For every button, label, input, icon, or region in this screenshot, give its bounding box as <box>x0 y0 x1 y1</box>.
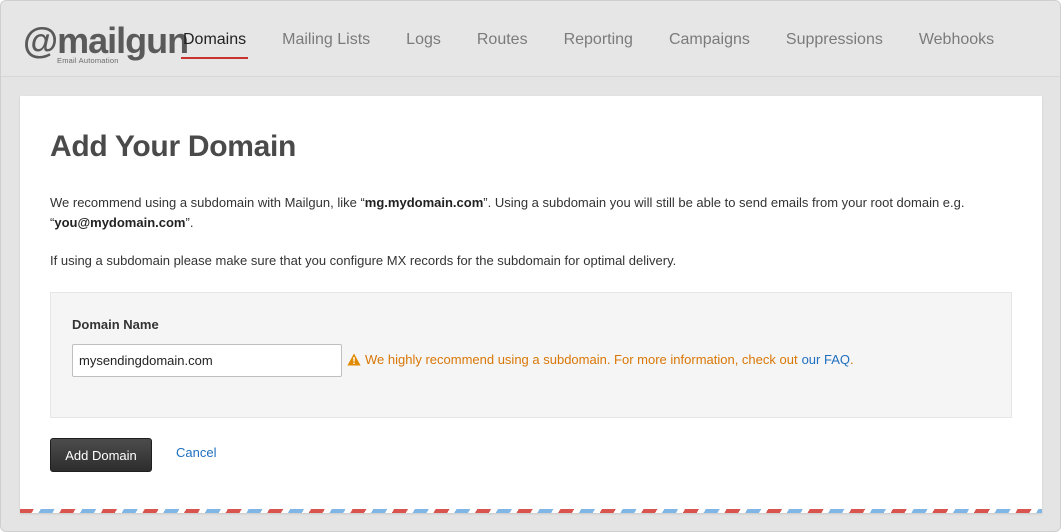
app-window: @mailgun Email Automation Domains Mailin… <box>0 0 1061 532</box>
domain-name-input[interactable] <box>72 344 342 377</box>
nav-item-routes[interactable]: Routes <box>477 29 528 59</box>
intro-text-1: We recommend using a subdomain with Mail… <box>50 195 365 210</box>
logo-wordmark: @mailgun <box>23 20 189 61</box>
page-title: Add Your Domain <box>50 130 297 163</box>
domain-form-panel: Domain Name We highly recommend using a … <box>50 292 1012 418</box>
logo-tagline: Email Automation <box>57 56 119 65</box>
add-domain-button[interactable]: Add Domain <box>50 438 152 472</box>
cancel-link[interactable]: Cancel <box>176 445 216 460</box>
domain-name-label: Domain Name <box>72 317 159 332</box>
example-subdomain: mg.mydomain.com <box>364 195 484 210</box>
warning-triangle-icon <box>347 353 361 366</box>
add-domain-card: Add Your Domain We recommend using a sub… <box>20 96 1042 513</box>
nav-item-campaigns[interactable]: Campaigns <box>669 29 750 59</box>
main-nav: Domains Mailing Lists Logs Routes Report… <box>180 29 1030 59</box>
nav-item-domains[interactable]: Domains <box>180 29 249 59</box>
nav-item-webhooks[interactable]: Webhooks <box>919 29 994 59</box>
mx-records-note: If using a subdomain please make sure th… <box>50 253 677 268</box>
nav-item-suppressions[interactable]: Suppressions <box>786 29 883 59</box>
example-email: you@mydomain.com <box>54 215 186 230</box>
warning-period: . <box>850 352 854 367</box>
nav-item-reporting[interactable]: Reporting <box>564 29 633 59</box>
top-navigation-bar: @mailgun Email Automation Domains Mailin… <box>1 1 1060 77</box>
nav-item-mailing-lists[interactable]: Mailing Lists <box>282 29 370 59</box>
intro-paragraph: We recommend using a subdomain with Mail… <box>50 193 990 233</box>
mailgun-logo[interactable]: @mailgun Email Automation <box>23 21 189 67</box>
airmail-border-stripe <box>20 509 1042 513</box>
nav-item-logs[interactable]: Logs <box>406 29 441 59</box>
subdomain-warning: We highly recommend using a subdomain. F… <box>347 352 854 367</box>
intro-text-3: ”. <box>185 215 194 230</box>
warning-text: We highly recommend using a subdomain. F… <box>365 352 798 367</box>
faq-link[interactable]: our FAQ <box>802 352 850 367</box>
